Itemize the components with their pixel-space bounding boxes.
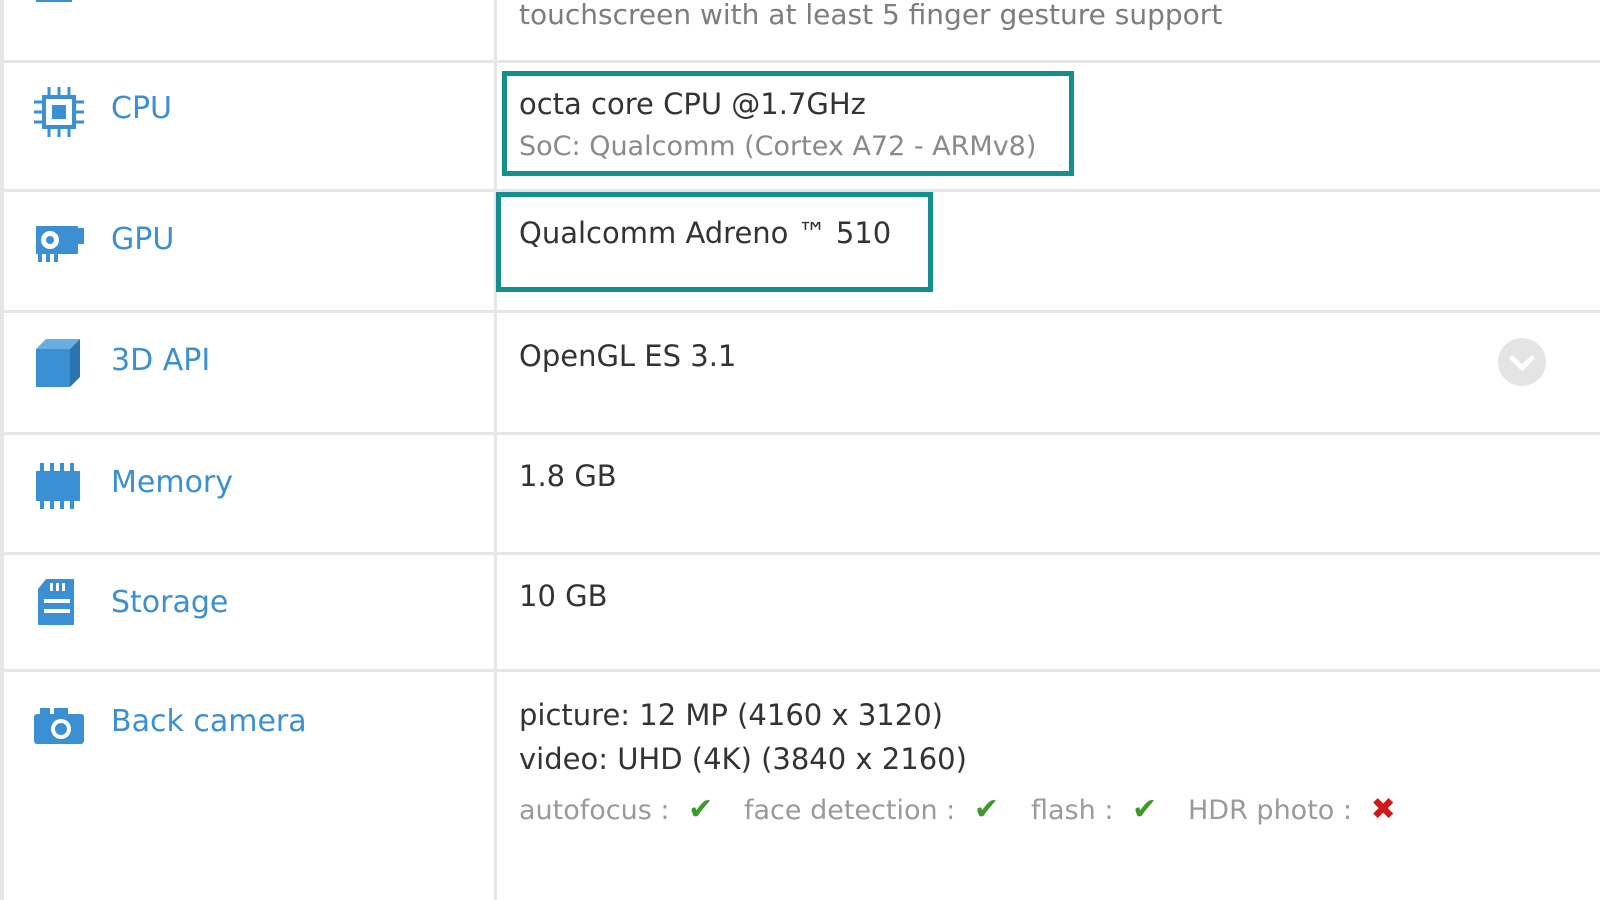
row-memory: Memory 1.8 GB [4,435,1600,555]
gpu-icon [32,216,86,270]
row-screen: touchscreen with at least 5 finger gestu… [4,0,1600,63]
row-back-camera: Back camera picture: 12 MP (4160 x 3120)… [4,672,1600,900]
cpu-value: octa core CPU @1.7GHz [519,87,866,121]
cpu-label: CPU [111,91,172,126]
feature-face-detection: face detection : ✔ [744,792,999,827]
row-3d-api: 3D API OpenGL ES 3.1 [4,313,1600,435]
screen-value: touchscreen with at least 5 finger gestu… [519,0,1223,31]
camera-video-value: video: UHD (4K) (3840 x 2160) [519,742,967,776]
check-icon: ✔ [1132,792,1158,827]
3d-api-value: OpenGL ES 3.1 [519,339,737,373]
row-storage: Storage 10 GB [4,555,1600,672]
memory-label: Memory [111,465,234,500]
specs-table: touchscreen with at least 5 finger gestu… [0,0,1600,900]
camera-picture-value: picture: 12 MP (4160 x 3120) [519,698,943,732]
storage-value: 10 GB [519,579,608,613]
row-cpu: CPU octa core CPU @1.7GHz SoC: Qualcomm … [4,63,1600,192]
cross-icon: ✖ [1370,792,1396,827]
chevron-down-icon [1498,355,1546,390]
cpu-icon [32,85,86,139]
feature-hdr-photo-label: HDR photo : [1188,795,1352,826]
row-gpu: GPU Qualcomm Adreno ™ 510 [4,192,1600,313]
cpu-soc: SoC: Qualcomm (Cortex A72 - ARMv8) [519,131,1037,162]
feature-flash: flash : ✔ [1031,792,1157,827]
feature-autofocus: autofocus : ✔ [519,792,713,827]
memory-icon [32,459,86,513]
check-icon: ✔ [973,792,1000,827]
gpu-value: Qualcomm Adreno ™ 510 [519,216,892,250]
3d-api-label: 3D API [111,343,211,378]
memory-value: 1.8 GB [519,459,617,493]
feature-face-detection-label: face detection : [744,795,956,826]
storage-label: Storage [111,585,229,620]
storage-icon [32,575,86,629]
camera-icon [32,700,86,754]
back-camera-label: Back camera [111,704,307,739]
gpu-label: GPU [111,222,175,257]
3d-api-icon [32,335,86,389]
screen-icon [34,0,74,6]
expand-button[interactable] [1498,338,1546,386]
feature-flash-label: flash : [1031,795,1114,826]
feature-hdr-photo: HDR photo : ✖ [1188,792,1396,827]
check-icon: ✔ [688,792,714,827]
feature-autofocus-label: autofocus : [519,795,670,826]
